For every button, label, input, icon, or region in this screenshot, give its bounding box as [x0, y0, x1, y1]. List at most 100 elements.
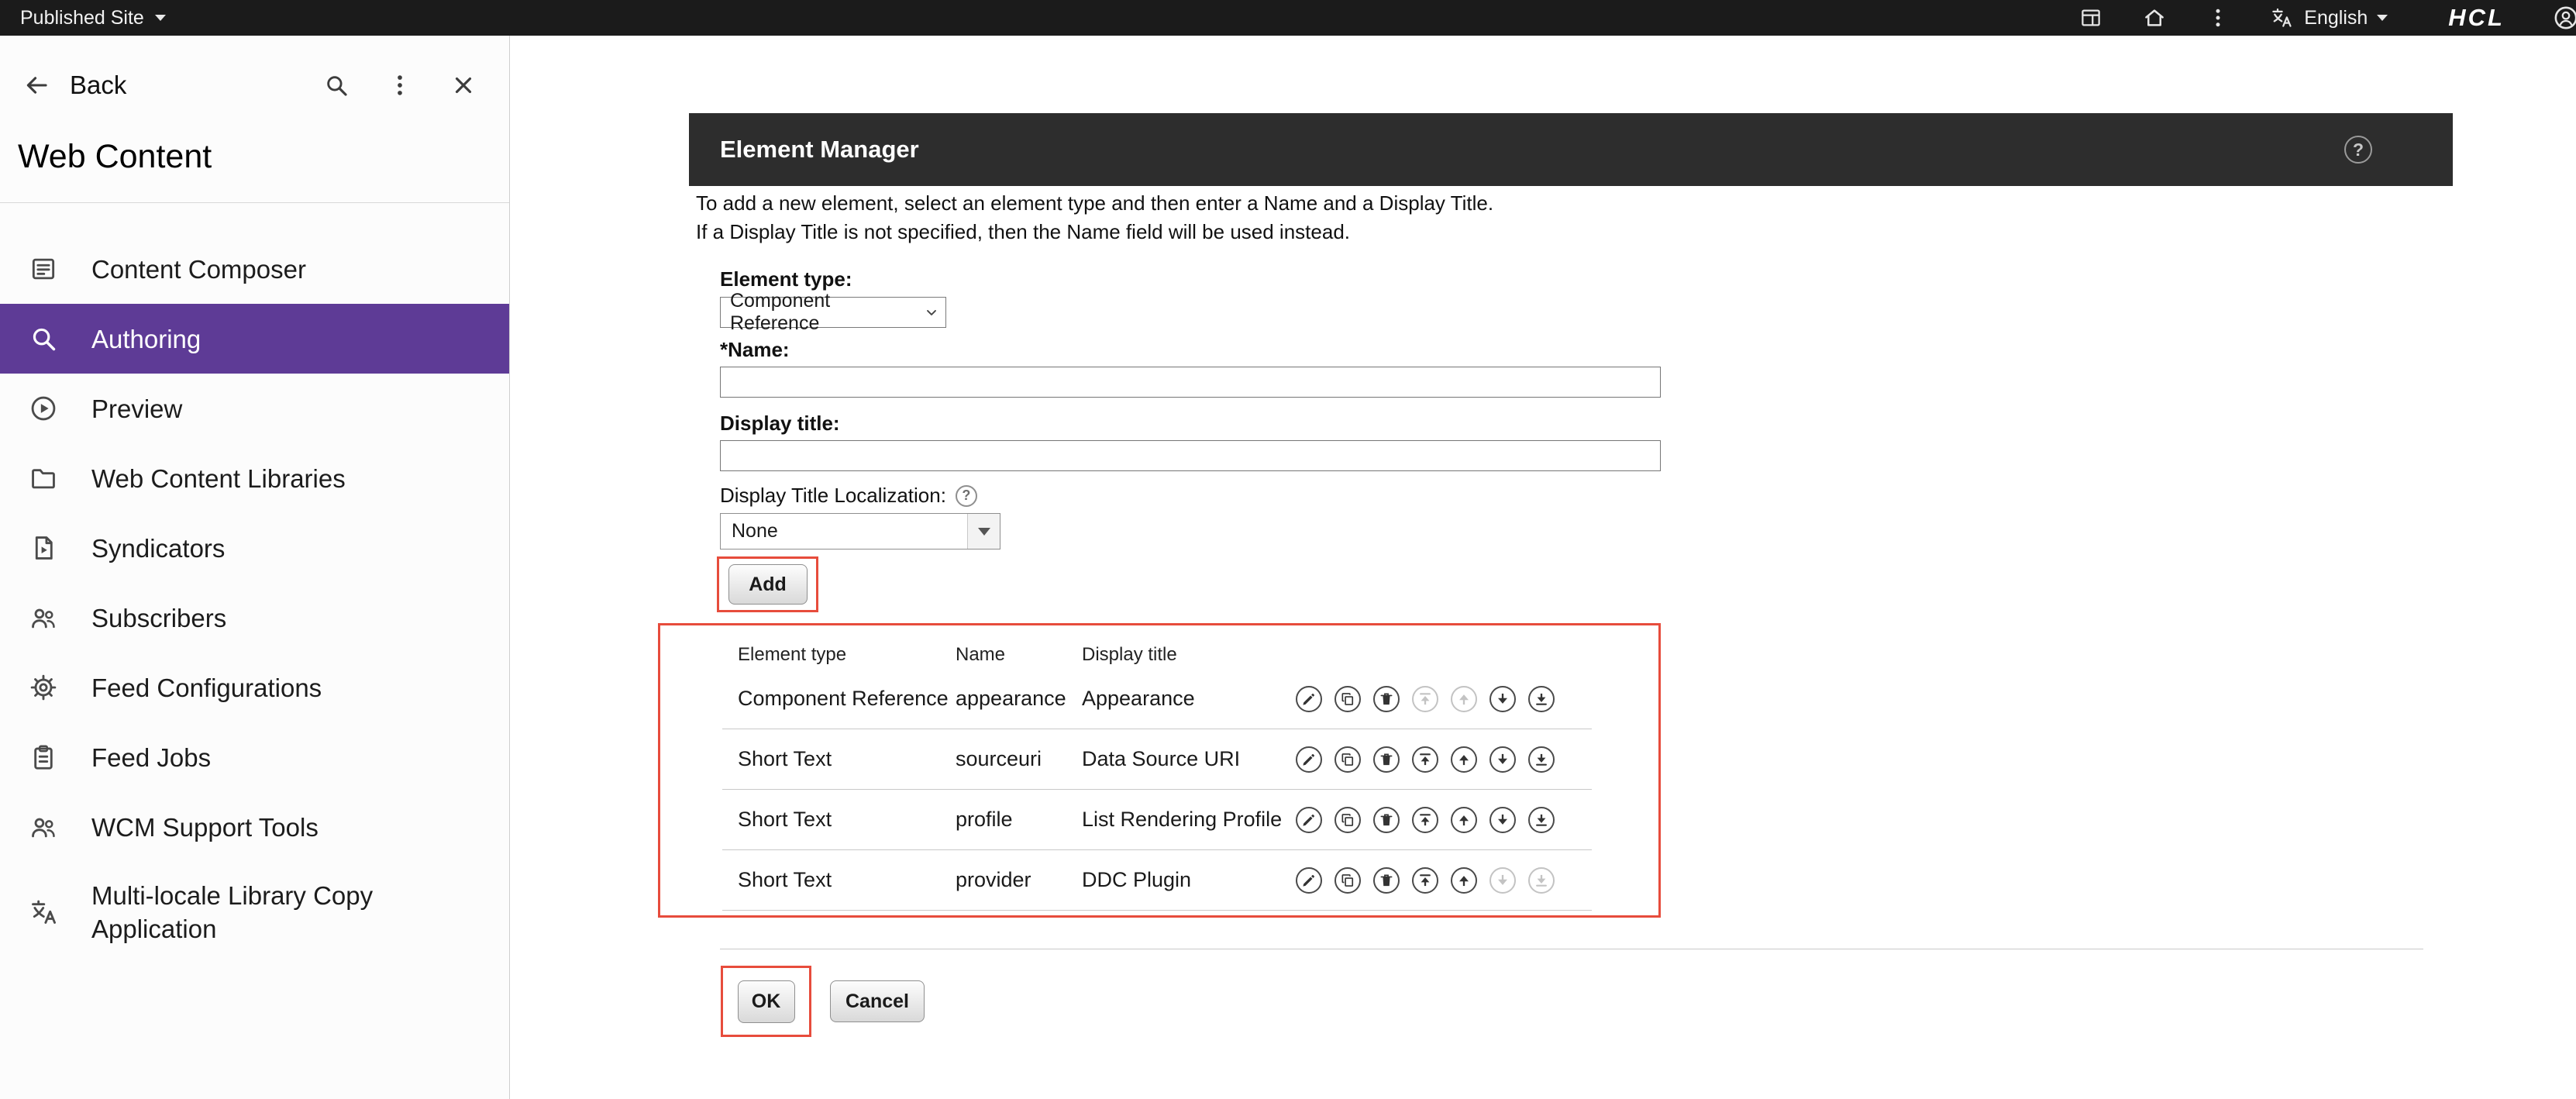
localization-label-row: Display Title Localization: ?: [720, 484, 977, 508]
copy-button[interactable]: [1334, 746, 1361, 773]
sidebar-item-label: Preview: [91, 392, 182, 425]
move-top-button[interactable]: [1412, 746, 1438, 773]
move-up-button[interactable]: [1451, 807, 1477, 833]
back-label: Back: [70, 71, 126, 100]
profile-icon[interactable]: [2553, 5, 2576, 31]
move-down-button[interactable]: [1489, 686, 1516, 712]
language-selector[interactable]: English: [2268, 5, 2388, 31]
cell-element-type: Short Text: [738, 790, 832, 849]
grid-icon[interactable]: [2078, 5, 2104, 31]
sidebar-item-multi-locale-library-copy-application[interactable]: Multi-locale Library Copy Application: [0, 862, 509, 963]
translate-icon: [28, 897, 59, 928]
move-bottom-button[interactable]: [1528, 867, 1555, 894]
name-label: *Name:: [720, 338, 790, 362]
copy-icon: [1340, 691, 1355, 707]
localization-select[interactable]: None: [720, 513, 1000, 550]
sidebar-item-label: Multi-locale Library Copy Application: [91, 879, 456, 946]
sidebar-item-feed-configurations[interactable]: Feed Configurations: [0, 653, 509, 722]
ok-button[interactable]: OK: [738, 980, 795, 1023]
move-down-button[interactable]: [1489, 807, 1516, 833]
copy-icon: [1340, 873, 1355, 888]
move-bottom-button[interactable]: [1528, 807, 1555, 833]
move-up-button[interactable]: [1451, 746, 1477, 773]
sidebar-item-content-composer[interactable]: Content Composer: [0, 234, 509, 304]
divider: [0, 202, 509, 203]
cell-name: sourceuri: [956, 729, 1042, 789]
name-field[interactable]: [720, 367, 1661, 398]
hcl-logo: HCL: [2448, 4, 2505, 32]
search-icon: [28, 323, 59, 354]
move-down-button[interactable]: [1489, 867, 1516, 894]
language-label: English: [2304, 7, 2368, 29]
question-circle-icon[interactable]: ?: [2344, 136, 2372, 164]
move-up-button[interactable]: [1451, 686, 1477, 712]
site-selector-label: Published Site: [20, 7, 144, 29]
edit-button[interactable]: [1296, 686, 1322, 712]
home-icon[interactable]: [2141, 5, 2168, 31]
back-arrow-icon: [23, 72, 50, 98]
cancel-button[interactable]: Cancel: [830, 980, 925, 1022]
row-actions: [1296, 669, 1555, 729]
instruction-line-2: If a Display Title is not specified, the…: [696, 218, 1493, 246]
copy-button[interactable]: [1334, 867, 1361, 894]
move-bottom-button[interactable]: [1528, 746, 1555, 773]
move-up-button[interactable]: [1451, 867, 1477, 894]
cell-display-title: Data Source URI: [1082, 729, 1240, 789]
edit-button[interactable]: [1296, 746, 1322, 773]
element-type-select[interactable]: Component Reference: [720, 297, 946, 328]
trash-icon: [1379, 752, 1394, 767]
edit-button[interactable]: [1296, 867, 1322, 894]
question-circle-icon[interactable]: ?: [956, 485, 977, 507]
sidebar-item-syndicators[interactable]: Syndicators: [0, 513, 509, 583]
sidebar-item-preview[interactable]: Preview: [0, 374, 509, 443]
move-top-button[interactable]: [1412, 686, 1438, 712]
move-top-button[interactable]: [1412, 807, 1438, 833]
sidebar-item-authoring[interactable]: Authoring: [0, 304, 509, 374]
arrow-to-top-icon: [1417, 691, 1433, 707]
instructions: To add a new element, select an element …: [696, 189, 1493, 246]
move-down-button[interactable]: [1489, 746, 1516, 773]
search-icon[interactable]: [322, 71, 351, 100]
copy-icon: [1340, 752, 1355, 767]
row-actions: [1296, 790, 1555, 849]
add-button[interactable]: Add: [728, 564, 808, 605]
site-selector-dropdown[interactable]: Published Site: [20, 7, 166, 29]
sidebar: Back Web Content Content Composer Author…: [0, 36, 510, 1099]
sidebar-controls: Back: [0, 64, 509, 107]
cell-element-type: Component Reference: [738, 669, 949, 729]
row-actions: [1296, 729, 1555, 789]
cell-name: profile: [956, 790, 1013, 849]
annotation-box-ok: OK: [721, 966, 811, 1037]
clipboard-icon: [28, 742, 59, 773]
move-bottom-button[interactable]: [1528, 686, 1555, 712]
delete-button[interactable]: [1373, 746, 1400, 773]
arrow-up-icon: [1456, 873, 1472, 888]
sidebar-item-wcm-support-tools[interactable]: WCM Support Tools: [0, 792, 509, 862]
sidebar-item-label: Subscribers: [91, 601, 226, 635]
trash-icon: [1379, 873, 1394, 888]
annotation-box-table: Element type Name Display title Componen…: [658, 623, 1661, 918]
main-content: Element Manager ? To add a new element, …: [511, 36, 2576, 1099]
delete-button[interactable]: [1373, 686, 1400, 712]
chevron-down-icon: [2377, 15, 2388, 21]
folder-icon: [28, 463, 59, 494]
delete-button[interactable]: [1373, 807, 1400, 833]
sidebar-item-feed-jobs[interactable]: Feed Jobs: [0, 722, 509, 792]
back-button[interactable]: Back: [23, 71, 126, 100]
cell-name: appearance: [956, 669, 1066, 729]
sidebar-item-label: Authoring: [91, 322, 201, 356]
kebab-menu-icon[interactable]: [385, 71, 415, 100]
close-icon[interactable]: [449, 71, 478, 100]
delete-button[interactable]: [1373, 867, 1400, 894]
kebab-menu-icon[interactable]: [2205, 5, 2231, 31]
display-title-field[interactable]: [720, 440, 1661, 471]
copy-button[interactable]: [1334, 807, 1361, 833]
element-manager-header: Element Manager ?: [689, 113, 2453, 186]
edit-button[interactable]: [1296, 807, 1322, 833]
move-top-button[interactable]: [1412, 867, 1438, 894]
copy-button[interactable]: [1334, 686, 1361, 712]
sidebar-item-web-content-libraries[interactable]: Web Content Libraries: [0, 443, 509, 513]
sidebar-item-subscribers[interactable]: Subscribers: [0, 583, 509, 653]
pencil-icon: [1301, 812, 1317, 828]
arrow-down-icon: [1495, 752, 1510, 767]
